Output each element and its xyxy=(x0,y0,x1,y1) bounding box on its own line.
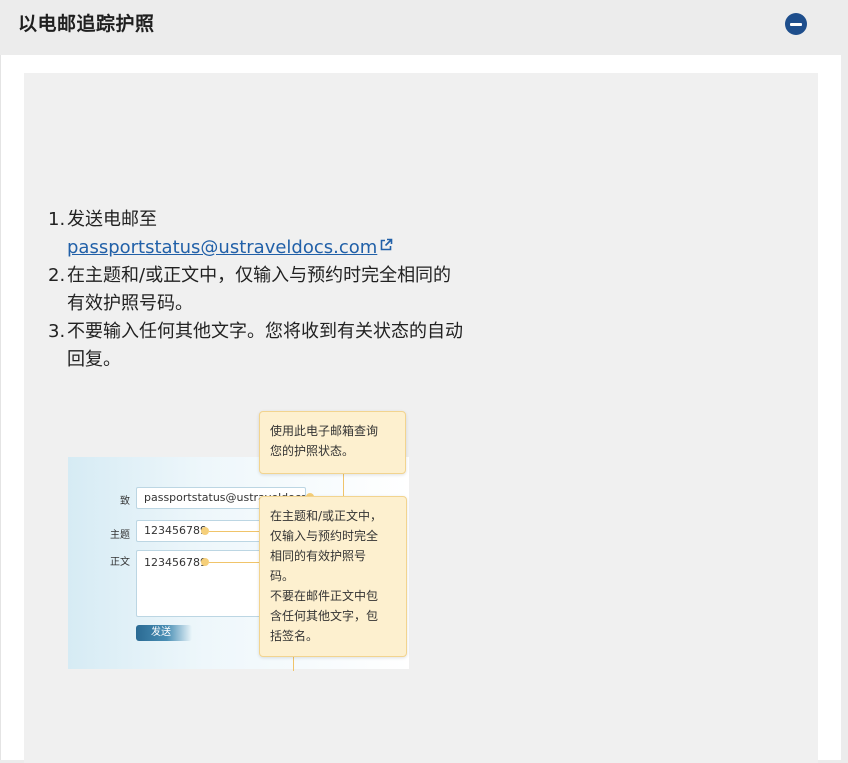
step-3: 3. 不要输入任何其他文字。您将收到有关状态的自动回复。 xyxy=(48,318,468,374)
instructions-panel: 1. 发送电邮至 passportstatus@ustraveldocs.com… xyxy=(24,73,818,763)
step-2: 2. 在主题和/或正文中，仅输入与预约时完全相同的有效护照号码。 xyxy=(48,262,468,318)
tip-text: 相同的有效护照号 xyxy=(270,549,367,563)
tip-text: 您的护照状态。 xyxy=(270,444,355,458)
step-text: 不要输入任何其他文字。您将收到有关状态的自动回复。 xyxy=(67,321,463,370)
tip-text: 括签名。 xyxy=(270,629,319,643)
tip-text: 码。 xyxy=(270,569,295,583)
step-number: 3. xyxy=(48,321,66,342)
tooltip-instructions: 在主题和/或正文中， 仅输入与预约时完全 相同的有效护照号 码。 不要在邮件正文… xyxy=(259,496,407,657)
body-label: 正文 xyxy=(110,557,130,568)
track-passport-accordion: 以电邮追踪护照 1. 发送电邮至 passportstatus@ustravel… xyxy=(0,0,843,763)
step-number: 2. xyxy=(48,265,66,286)
tip-text: 使用此电子邮箱查询 xyxy=(270,424,379,438)
tooltip-email: 使用此电子邮箱查询 您的护照状态。 xyxy=(259,411,406,474)
marker-dot xyxy=(201,558,209,566)
external-link-icon xyxy=(381,238,393,251)
step-number: 1. xyxy=(48,209,66,230)
step-text: 在主题和/或正文中，仅输入与预约时完全相同的有效护照号码。 xyxy=(67,265,452,314)
minus-circle-icon[interactable] xyxy=(785,13,807,35)
tip-text: 在主题和/或正文中， xyxy=(270,509,383,523)
marker-dot xyxy=(201,527,209,535)
subject-label: 主题 xyxy=(110,530,130,541)
to-label: 致 xyxy=(120,496,130,507)
accordion-title: 以电邮追踪护照 xyxy=(18,13,155,35)
accordion-body: 1. 发送电邮至 passportstatus@ustraveldocs.com… xyxy=(0,55,841,763)
tip-text: 不要在邮件正文中包 xyxy=(270,589,379,603)
step-1: 1. 发送电邮至 passportstatus@ustraveldocs.com xyxy=(48,206,468,262)
tip-text: 含任何其他文字，包 xyxy=(270,609,379,623)
minus-bar xyxy=(790,22,802,26)
email-link[interactable]: passportstatus@ustraveldocs.com xyxy=(67,237,377,258)
tip-text: 仅输入与预约时完全 xyxy=(270,529,379,543)
step-text: 发送电邮至 xyxy=(67,209,157,230)
send-button-mock: 发送 xyxy=(136,625,192,641)
accordion-header[interactable]: 以电邮追踪护照 xyxy=(0,0,843,55)
connector-line xyxy=(293,657,294,671)
steps-list: 1. 发送电邮至 passportstatus@ustraveldocs.com… xyxy=(48,206,468,374)
